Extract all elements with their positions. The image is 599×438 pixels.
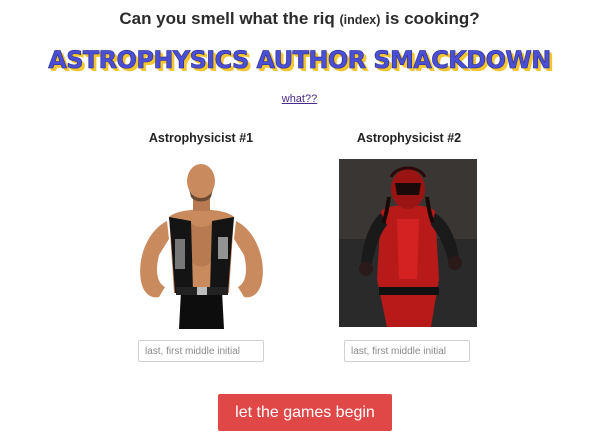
start-button[interactable]: let the games begin [218, 394, 392, 431]
contender-2: Astrophysicist #2 [299, 131, 519, 362]
contender-1: Astrophysicist #1 [91, 131, 311, 362]
tagline-index-note: (index) [339, 13, 381, 27]
page-title: ASTROPHYSICS AUTHOR SMACKDOWN [48, 46, 552, 75]
contender-2-name-input[interactable] [344, 340, 470, 362]
tagline-end: is cooking? [385, 9, 480, 28]
contender-2-heading: Astrophysicist #2 [356, 131, 462, 145]
contender-1-name-input[interactable] [138, 340, 264, 362]
contender-2-photo [339, 159, 477, 327]
tagline: Can you smell what the riq (index) is co… [0, 9, 599, 29]
contender-1-photo [140, 164, 263, 329]
tagline-start: Can you smell what the riq [119, 9, 335, 28]
contender-1-heading: Astrophysicist #1 [148, 131, 254, 145]
page-title-wrap: ASTROPHYSICS AUTHOR SMACKDOWN [0, 46, 599, 75]
what-link[interactable]: what?? [282, 93, 317, 105]
help-link-wrap: what?? [0, 93, 599, 105]
